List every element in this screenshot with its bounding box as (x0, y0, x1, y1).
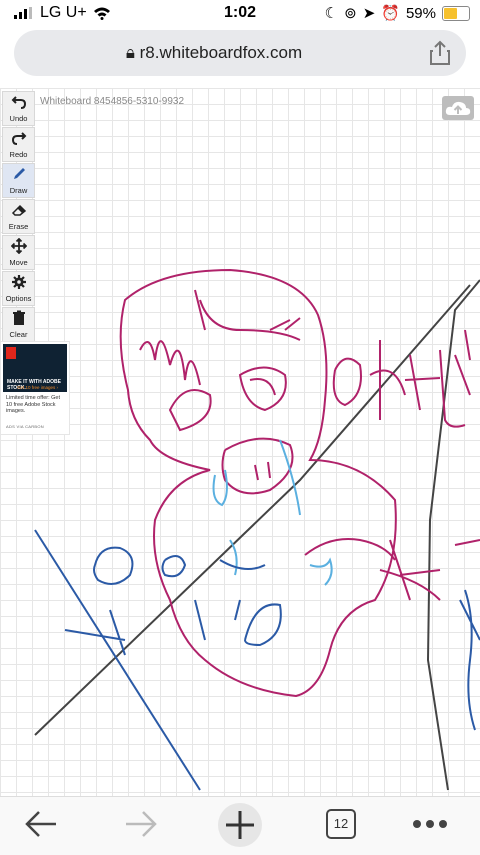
battery-percent: 59% (405, 4, 436, 22)
draw-button[interactable]: Draw (2, 163, 35, 198)
pencil-icon (13, 168, 25, 179)
adobe-logo-icon (6, 347, 16, 359)
stroke-lightblue-tears (212, 439, 333, 586)
plus-icon (226, 811, 254, 839)
back-arrow-icon[interactable] (24, 809, 58, 839)
upload-cloud-button[interactable] (442, 96, 474, 120)
eraser-icon (11, 204, 26, 216)
browser-bottom-bar: 12 (0, 796, 480, 855)
battery-icon (442, 5, 470, 21)
ad-footer[interactable]: ADS VIA CARBON (6, 424, 44, 429)
stroke-magenta-head (119, 268, 397, 698)
alarm-icon: ⏰ (381, 5, 400, 22)
stroke-gray-vertical (426, 279, 480, 791)
options-button[interactable]: Options (2, 271, 35, 306)
draw-label: Draw (9, 186, 28, 195)
trash-icon (12, 310, 25, 325)
toolbar: Undo Redo Draw Erase Move Options Clear (2, 91, 35, 343)
ad-cta: Get 10 free images › (17, 385, 59, 390)
share-icon[interactable] (428, 40, 452, 66)
stroke-magenta-text (332, 329, 471, 428)
carbon-ad[interactable]: MAKE IT WITH ADOBE STOCK. Get 10 free im… (0, 341, 70, 435)
erase-label: Erase (8, 222, 29, 231)
undo-button[interactable]: Undo (2, 91, 35, 126)
erase-button[interactable]: Erase (2, 199, 35, 234)
redo-button[interactable]: Redo (2, 127, 35, 162)
gear-icon (11, 275, 26, 289)
move-arrows-icon (10, 238, 27, 254)
clear-button[interactable]: Clear (2, 307, 35, 342)
ad-image[interactable]: MAKE IT WITH ADOBE STOCK. Get 10 free im… (3, 344, 67, 392)
rotation-lock-icon: ⊚ (344, 5, 357, 22)
url-display[interactable]: 🔒︎ r8.whiteboardfox.com (14, 43, 414, 63)
address-bar[interactable]: 🔒︎ r8.whiteboardfox.com (14, 30, 466, 76)
url-text: r8.whiteboardfox.com (139, 43, 303, 62)
move-button[interactable]: Move (2, 235, 35, 270)
clear-label: Clear (9, 330, 28, 339)
more-menu-icon[interactable] (412, 819, 448, 829)
status-right: ☾ ⊚ ➤ ⏰ 59% (325, 4, 470, 22)
undo-icon (11, 96, 26, 109)
stroke-blue-right (459, 589, 480, 731)
whiteboard-canvas[interactable]: Whiteboard 8454856-5310-9932 Undo Redo D… (0, 88, 480, 796)
move-label: Move (9, 258, 28, 267)
stroke-magenta-eyes (168, 366, 287, 432)
stroke-blue-diagonal (34, 529, 201, 791)
ad-text[interactable]: Limited time offer: Get 10 free Adobe St… (6, 395, 66, 415)
undo-label: Undo (9, 114, 28, 123)
cloud-upload-icon (445, 101, 471, 115)
drawing-layer[interactable] (0, 88, 480, 796)
redo-icon (11, 132, 26, 145)
location-icon: ➤ (362, 5, 376, 22)
whiteboard-title: Whiteboard 8454856-5310-9932 (40, 96, 184, 107)
new-tab-button[interactable] (218, 803, 262, 847)
options-label: Options (5, 294, 32, 303)
stroke-gray-diagonal (34, 284, 471, 736)
forward-arrow-icon[interactable] (124, 809, 158, 839)
moon-icon: ☾ (324, 5, 339, 22)
redo-label: Redo (9, 150, 28, 159)
lock-icon: 🔒︎ (125, 43, 135, 62)
tabs-count-button[interactable]: 12 (326, 809, 356, 839)
status-bar: LG U+ 1:02 ☾ ⊚ ➤ ⏰ 59% (0, 0, 480, 28)
battery-fill (444, 7, 457, 19)
